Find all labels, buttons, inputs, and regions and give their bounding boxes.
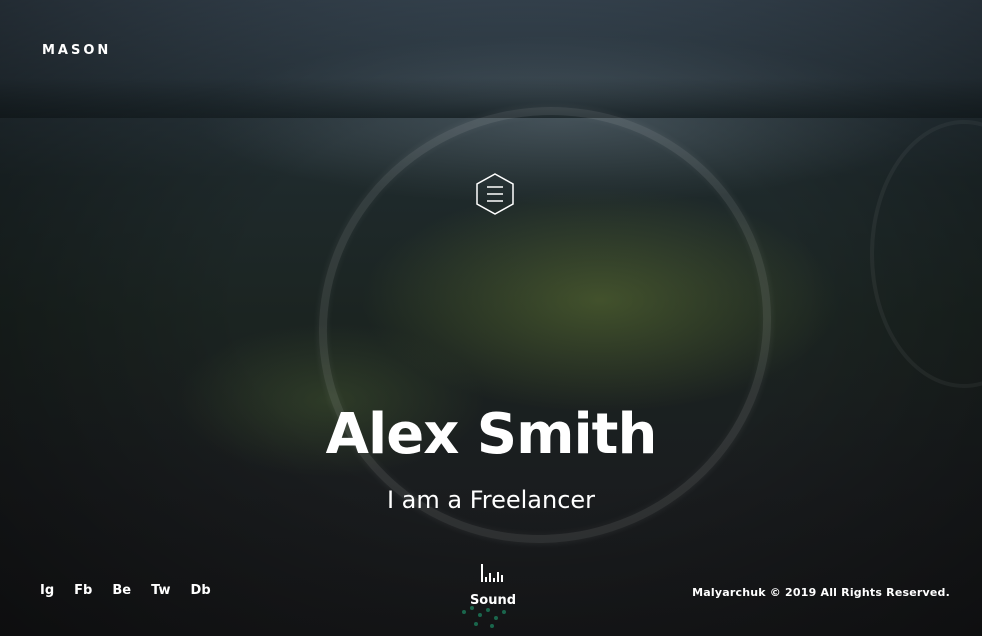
social-link-twitter[interactable]: Tw xyxy=(151,582,170,600)
social-link-facebook[interactable]: Fb xyxy=(74,582,92,600)
social-link-instagram[interactable]: Ig xyxy=(40,582,54,600)
equalizer-icon xyxy=(460,562,524,582)
hero-subtitle: I am a Freelancer xyxy=(386,486,596,514)
site-logo[interactable]: MASON xyxy=(42,41,111,59)
logo-text: MASON xyxy=(42,43,112,58)
sound-wave-decoration xyxy=(460,604,520,634)
copyright-text: Malyarchuk © 2019 All Rights Reserved. xyxy=(692,586,950,599)
social-link-behance[interactable]: Be xyxy=(112,582,131,600)
menu-button[interactable] xyxy=(475,172,515,216)
hamburger-hexagon-icon xyxy=(476,173,514,215)
social-link-dribbble[interactable]: Db xyxy=(191,582,211,600)
social-links: Ig Fb Be Tw Db xyxy=(40,582,231,600)
hero-name: Alex Smith xyxy=(325,402,658,467)
hero-background-image xyxy=(0,0,982,636)
sound-toggle[interactable]: Sound xyxy=(462,562,524,609)
